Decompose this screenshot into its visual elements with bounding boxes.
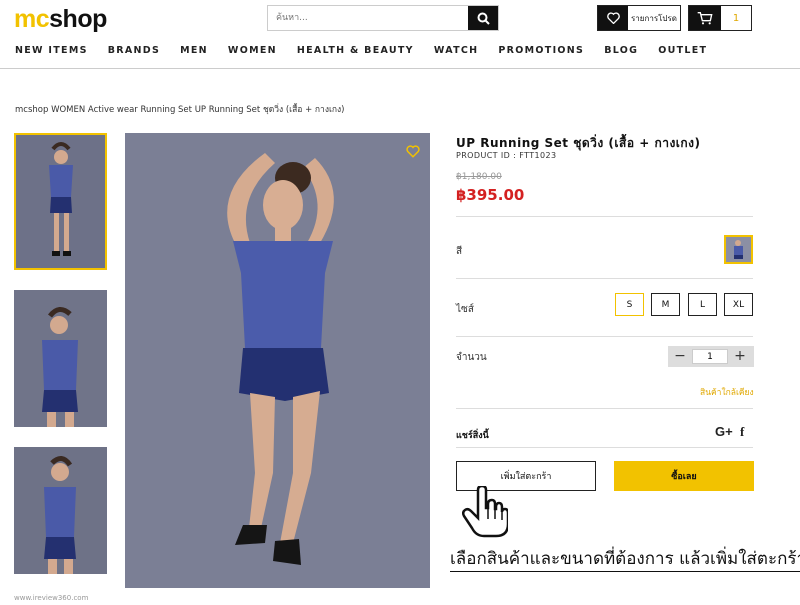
color-label: สี — [456, 246, 463, 257]
similar-products-link[interactable]: สินค้าใกล้เคียง — [700, 385, 754, 399]
nav-promotions[interactable]: PROMOTIONS — [498, 45, 584, 56]
main-nav: NEW ITEMS BRANDS MEN WOMEN HEALTH & BEAU… — [15, 45, 707, 56]
divider — [456, 336, 753, 337]
quantity-stepper: − + — [668, 346, 754, 367]
swatch-thumbnail — [726, 237, 751, 262]
add-to-wishlist-button[interactable] — [406, 143, 420, 162]
sale-price: ฿395.00 — [456, 186, 525, 204]
color-swatch-blue[interactable] — [724, 235, 753, 264]
nav-health-beauty[interactable]: HEALTH & BEAUTY — [297, 45, 414, 56]
cart-icon-box — [689, 6, 721, 30]
logo-mc: mc — [14, 5, 50, 33]
quantity-label: จำนวน — [456, 352, 487, 363]
cart-button[interactable]: 1 — [688, 5, 752, 31]
size-option-l[interactable]: L — [688, 293, 717, 316]
cart-count: 1 — [732, 12, 740, 24]
product-thumbnail-3[interactable] — [14, 447, 107, 574]
quantity-decrease-button[interactable]: − — [668, 346, 692, 367]
divider — [456, 216, 753, 217]
model-photo-side — [14, 447, 107, 574]
divider — [456, 408, 753, 409]
size-option-s[interactable]: S — [615, 293, 644, 316]
nav-watch[interactable]: WATCH — [434, 45, 479, 56]
wishlist-label: รายการโปรด — [631, 13, 677, 23]
product-thumbnail-2[interactable] — [14, 290, 107, 427]
mcshop-logo[interactable]: mcshop — [14, 5, 107, 33]
watermark-url: www.ireview360.com — [14, 594, 89, 602]
original-price: ฿1,180.00 — [456, 172, 502, 182]
divider — [456, 447, 753, 448]
google-plus-icon[interactable]: G+ — [715, 424, 733, 439]
quantity-input[interactable] — [692, 349, 728, 364]
facebook-icon[interactable]: f — [740, 424, 744, 440]
divider — [456, 278, 753, 279]
breadcrumb[interactable]: mcshop WOMEN Active wear Running Set UP … — [15, 102, 344, 116]
search-icon — [477, 12, 490, 25]
wishlist-button[interactable]: รายการโปรด — [597, 5, 681, 31]
model-photo-front — [16, 135, 105, 268]
hand-pointer-icon — [461, 484, 510, 542]
search-input[interactable] — [268, 6, 468, 30]
nav-outlet[interactable]: OUTLET — [658, 45, 707, 56]
nav-men[interactable]: MEN — [180, 45, 208, 56]
logo-shop: shop — [49, 5, 107, 33]
page: mcshop รายการโปรด 1 NEW ITEMS BRANDS MEN… — [0, 0, 800, 605]
product-id: PRODUCT ID : FTT1023 — [456, 151, 557, 160]
watermark-title: iReview 360° — [14, 577, 81, 589]
nav-brands[interactable]: BRANDS — [108, 45, 160, 56]
quantity-increase-button[interactable]: + — [728, 346, 752, 367]
product-thumbnail-1[interactable] — [14, 133, 107, 270]
share-label: แชร์สิ่งนี้ — [456, 431, 489, 441]
heart-icon — [406, 145, 420, 158]
heart-icon — [606, 12, 620, 24]
search-bar — [267, 5, 499, 31]
instruction-caption: เลือกสินค้าและขนาดที่ต้องการ แล้วเพิ่มใส… — [450, 547, 800, 572]
size-label: ไซส์ — [456, 304, 474, 315]
nav-women[interactable]: WOMEN — [228, 45, 277, 56]
nav-blog[interactable]: BLOG — [604, 45, 638, 56]
nav-new-items[interactable]: NEW ITEMS — [15, 45, 88, 56]
buy-now-button[interactable]: ซื้อเลย — [614, 461, 754, 491]
search-button[interactable] — [468, 6, 498, 30]
cart-icon — [697, 12, 713, 25]
header-divider — [0, 68, 800, 69]
product-main-image[interactable] — [125, 133, 430, 588]
model-photo-upper — [14, 290, 107, 427]
model-photo-main — [125, 133, 430, 588]
size-option-xl[interactable]: XL — [724, 293, 753, 316]
size-option-m[interactable]: M — [651, 293, 680, 316]
wishlist-icon-box — [598, 6, 628, 30]
